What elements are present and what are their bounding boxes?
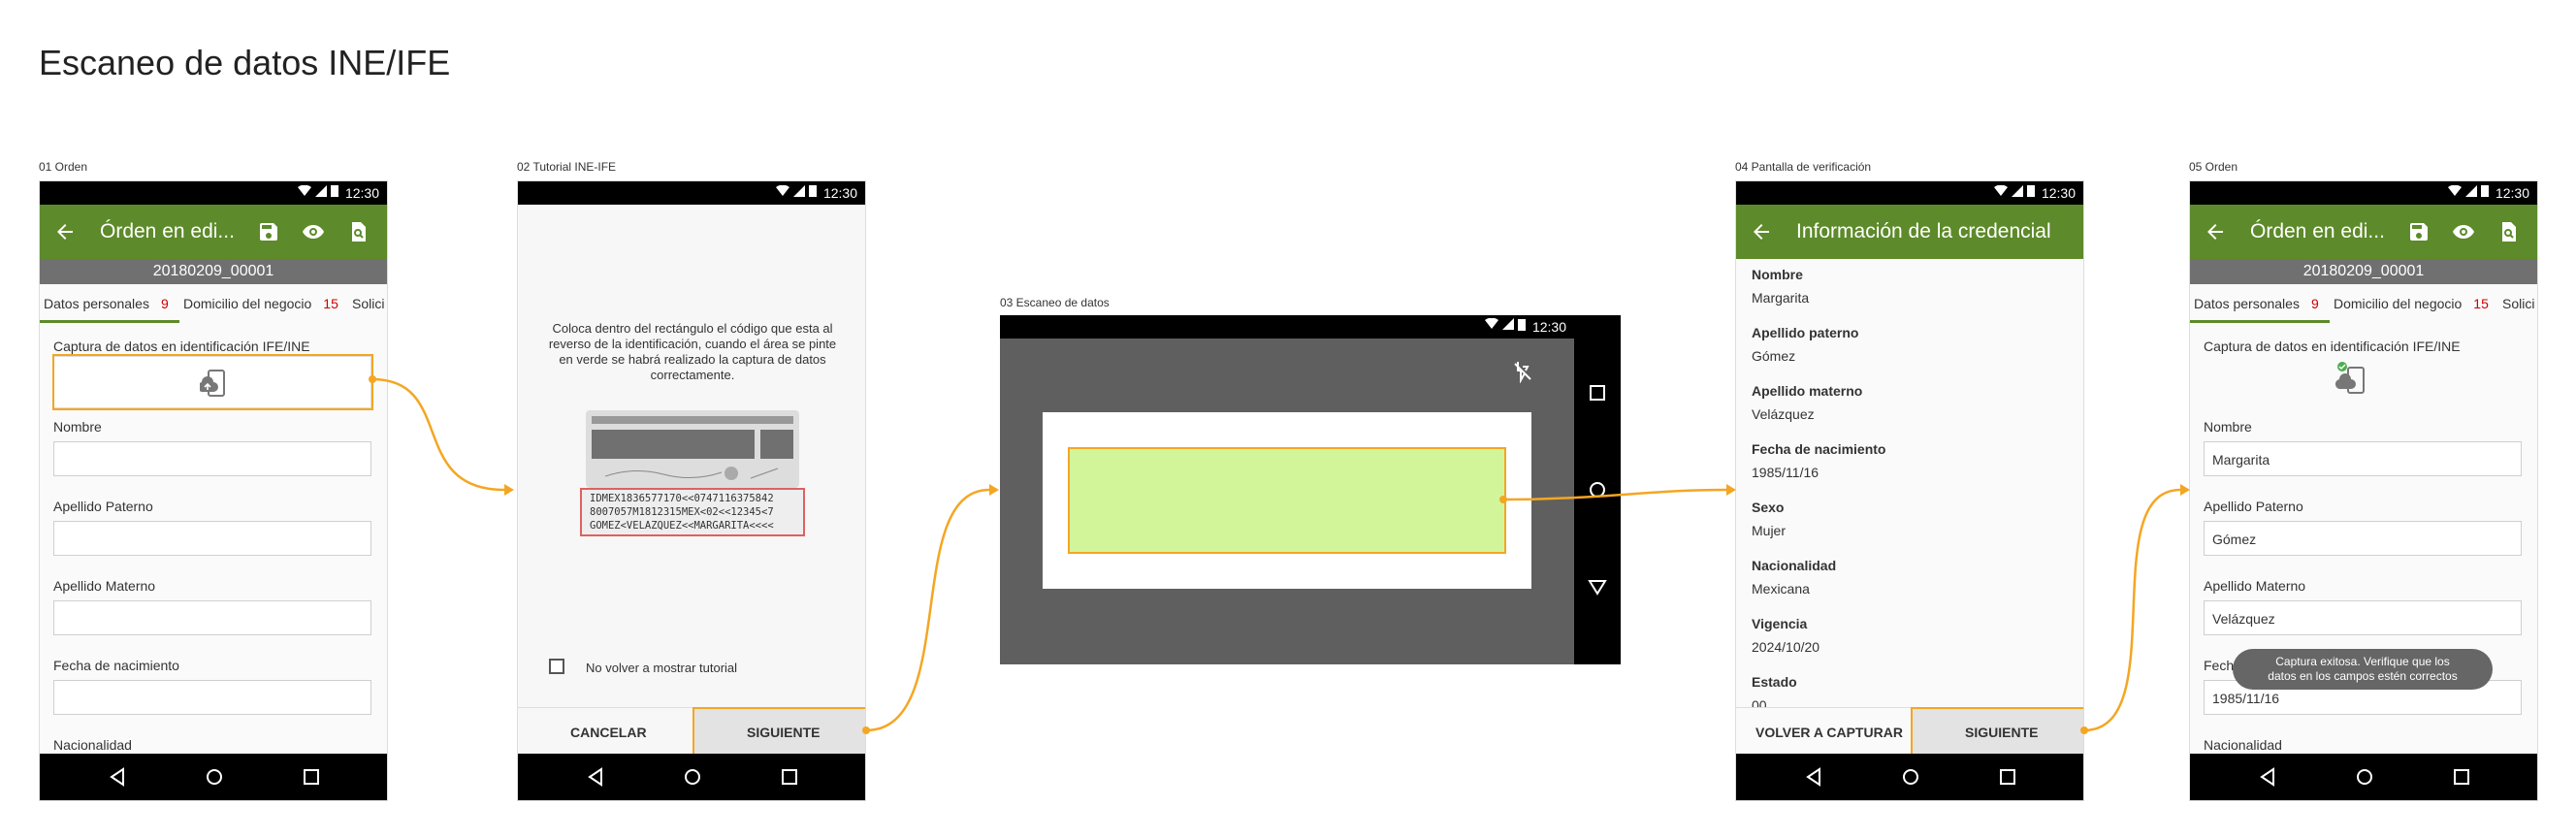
flow-arrowhead-1: [504, 484, 514, 496]
flow-arrow-1-2: [371, 377, 505, 492]
flow-arrows: [369, 375, 2190, 734]
flow-arrowhead-2: [989, 484, 999, 496]
flow-dot-1: [369, 375, 376, 383]
flow-dot-3: [1499, 496, 1507, 503]
flow-arrow-4-5: [2083, 488, 2181, 732]
flow-arrow-3-4: [1502, 488, 1727, 501]
flow-arrow-2-3: [865, 488, 990, 732]
flow-arrowhead-3: [1726, 484, 1736, 496]
flow-dot-4: [2080, 726, 2088, 734]
flow-arrowhead-4: [2180, 484, 2190, 496]
flow-dot-2: [862, 726, 870, 734]
